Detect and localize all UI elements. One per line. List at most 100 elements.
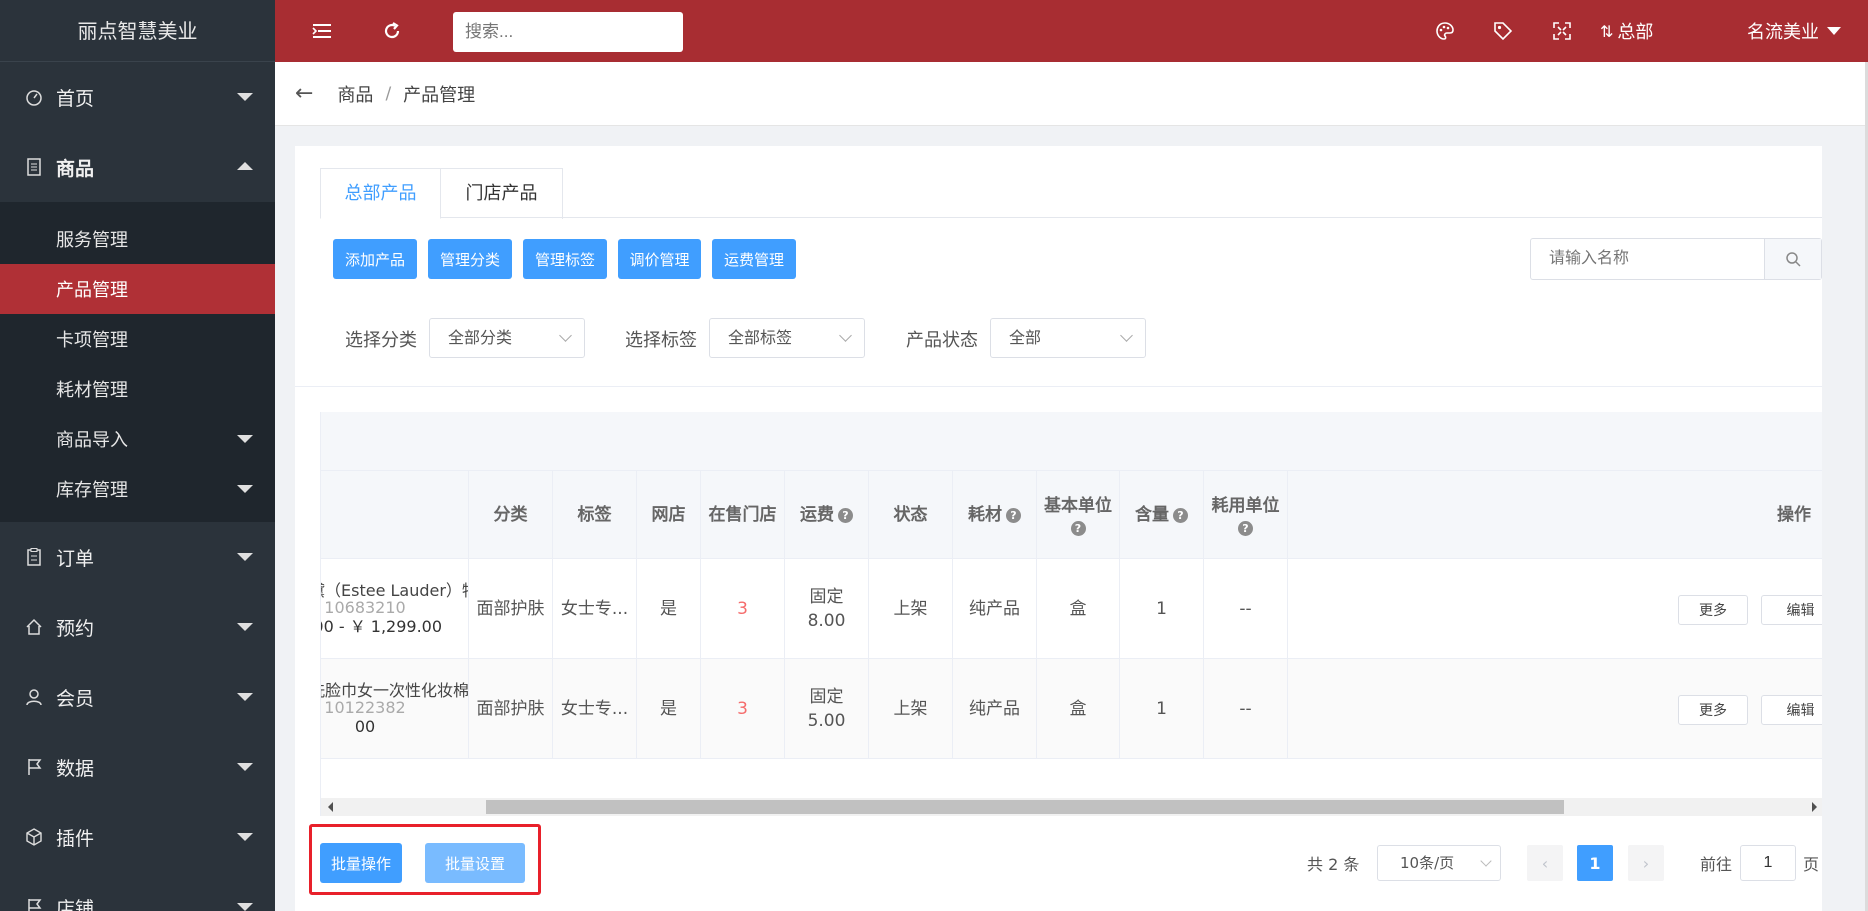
sub-item-products[interactable]: 产品管理 (0, 264, 275, 314)
filter-tag-select[interactable]: 全部标签 (709, 318, 865, 358)
nav-data-label: 数据 (56, 757, 95, 780)
td-stores[interactable]: 3 (701, 559, 785, 659)
page-size-value: 10条/页 (1400, 854, 1455, 872)
tab-store-products[interactable]: 门店产品 (441, 168, 563, 219)
filter-status-select[interactable]: 全部 (990, 318, 1146, 358)
sub-item-import[interactable]: 商品导入 (0, 414, 275, 464)
nav-home-label: 首页 (56, 87, 95, 110)
search-button[interactable] (1764, 239, 1821, 279)
help-icon[interactable]: ? (1070, 520, 1086, 536)
td-tags: 女士专... (553, 559, 637, 659)
page-size-select[interactable]: 10条/页 (1377, 845, 1501, 881)
sub-item-materials[interactable]: 耗材管理 (0, 364, 275, 414)
product-code: 10122382 (324, 698, 406, 717)
nav-plugins[interactable]: 插件 (0, 802, 275, 872)
menu-toggle-icon[interactable] (309, 18, 335, 44)
product-info[interactable]: 雅诗兰黛（Estee Lauder）特 10683210 00.00 - ￥ 1… (321, 559, 468, 659)
scrollbar-thumb[interactable] (486, 800, 1564, 814)
nav-data[interactable]: 数据 (0, 732, 275, 802)
global-search-input[interactable] (453, 12, 683, 52)
td-base-unit: 盒 (1037, 559, 1120, 659)
nav-orders-label: 订单 (56, 547, 95, 570)
edit-button[interactable]: 编辑 (1761, 595, 1822, 625)
sidebar: 丽点智慧美业 首页 商品 服务管理 产品管理 卡项管理 耗材管理 商品导入 库存… (0, 0, 275, 911)
nav-shop-label: 店铺 (56, 897, 95, 911)
goto-page-input[interactable] (1740, 845, 1796, 881)
shipping-manage-button[interactable]: 运费管理 (712, 239, 796, 279)
prev-page-button[interactable]: ‹ (1527, 845, 1563, 881)
nav-goods[interactable]: 商品 (0, 132, 275, 202)
table-row: 一次性洗脸巾女一次性化妆棉 10122382 00 面部护肤 女士专... 是 … (321, 659, 1822, 759)
next-page-button[interactable]: › (1628, 845, 1664, 881)
chevron-down-icon (237, 93, 253, 101)
page-number-button[interactable]: 1 (1577, 845, 1613, 881)
switch-icon: ⇅ (1600, 21, 1614, 41)
filter-category-select[interactable]: 全部分类 (429, 318, 585, 358)
filter-status-value: 全部 (1009, 328, 1042, 347)
dashboard-icon (24, 87, 44, 107)
price-adjust-button[interactable]: 调价管理 (618, 239, 701, 279)
manage-category-button[interactable]: 管理分类 (428, 239, 512, 279)
td-status: 上架 (869, 659, 953, 759)
th-consume-unit: 耗用单位? (1204, 471, 1288, 559)
sub-item-inventory[interactable]: 库存管理 (0, 464, 275, 514)
product-price: 00 (354, 717, 376, 736)
search-icon (1786, 252, 1801, 267)
sub-item-label: 商品导入 (56, 430, 128, 451)
refresh-icon[interactable] (379, 18, 405, 44)
td-ops: 更多 编辑 (1288, 659, 1822, 759)
filter-category-label: 选择分类 (345, 330, 417, 351)
chevron-down-icon (839, 329, 852, 342)
breadcrumb-separator: / (385, 83, 392, 104)
breadcrumb-parent[interactable]: 商品 (337, 81, 373, 107)
filter-tag-value: 全部标签 (728, 328, 793, 347)
help-icon[interactable]: ? (1173, 507, 1188, 523)
help-icon[interactable]: ? (838, 507, 853, 523)
scroll-left-icon[interactable] (328, 802, 333, 812)
chevron-down-icon (237, 693, 253, 701)
chevron-down-icon (237, 553, 253, 561)
document-icon (24, 157, 44, 177)
nav-booking[interactable]: 预约 (0, 592, 275, 662)
tag-icon[interactable] (1490, 18, 1516, 44)
sub-item-cards[interactable]: 卡项管理 (0, 314, 275, 364)
nav-shop[interactable]: 店铺 (0, 872, 275, 911)
sub-item-service[interactable]: 服务管理 (0, 214, 275, 264)
td-product: 雅诗兰黛（Estee Lauder）特 10683210 00.00 - ￥ 1… (321, 559, 469, 659)
scroll-right-icon[interactable] (1812, 802, 1817, 812)
td-consume-unit: -- (1204, 559, 1288, 659)
fullscreen-icon[interactable] (1549, 18, 1575, 44)
nav-plugins-label: 插件 (56, 827, 95, 850)
nav-orders[interactable]: 订单 (0, 522, 275, 592)
th-status: 状态 (869, 471, 953, 559)
horizontal-scrollbar[interactable] (320, 798, 1822, 816)
edit-button[interactable]: 编辑 (1761, 695, 1822, 725)
more-button[interactable]: 更多 (1678, 695, 1748, 725)
th-material-label: 耗材 (968, 505, 1002, 525)
filter-tag-label: 选择标签 (625, 330, 697, 351)
product-info[interactable]: 一次性洗脸巾女一次性化妆棉 10122382 00 (321, 659, 468, 759)
tabs: 总部产品 门店产品 (320, 168, 1822, 219)
switch-store-button[interactable]: ⇅ 总部 (1600, 0, 1653, 62)
chevron-down-icon (1120, 329, 1133, 342)
topbar: ⇅ 总部 名流美业 (275, 0, 1868, 62)
nav-home[interactable]: 首页 (0, 62, 275, 132)
help-icon[interactable]: ? (1006, 507, 1021, 523)
breadcrumb-current: 产品管理 (403, 84, 476, 106)
product-code: 10683210 (324, 598, 406, 617)
chevron-down-icon (237, 763, 253, 771)
user-menu[interactable]: 名流美业 (1747, 0, 1841, 62)
td-online: 是 (637, 659, 701, 759)
help-icon[interactable]: ? (1238, 520, 1253, 536)
product-search-input[interactable] (1531, 239, 1766, 279)
palette-icon[interactable] (1432, 18, 1458, 44)
batch-settings-button[interactable]: 批量设置 (425, 843, 525, 883)
back-arrow-icon[interactable]: ← (295, 81, 313, 106)
manage-tags-button[interactable]: 管理标签 (523, 239, 607, 279)
nav-members[interactable]: 会员 (0, 662, 275, 732)
add-product-button[interactable]: 添加产品 (333, 239, 417, 279)
tab-hq-products[interactable]: 总部产品 (320, 168, 441, 219)
batch-operation-button[interactable]: 批量操作 (320, 843, 402, 883)
more-button[interactable]: 更多 (1678, 595, 1748, 625)
td-stores[interactable]: 3 (701, 659, 785, 759)
